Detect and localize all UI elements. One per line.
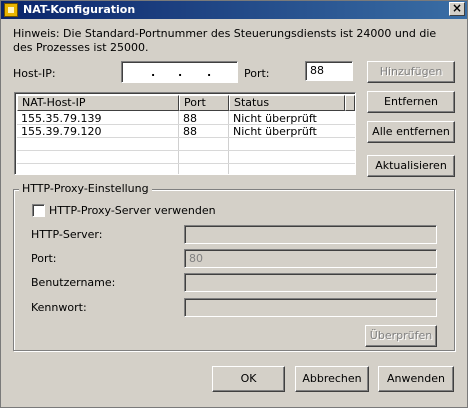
refresh-button[interactable]: Aktualisieren xyxy=(367,155,455,177)
cell-ip: 155.39.79.120 xyxy=(21,125,102,138)
nat-config-dialog: NAT-Konfiguration × Hinweis: Die Standar… xyxy=(0,0,468,408)
add-button[interactable]: Hinzufügen xyxy=(367,61,455,83)
http-server-label: HTTP-Server: xyxy=(31,228,103,241)
verify-button[interactable]: Überprüfen xyxy=(365,325,437,347)
proxy-group-title: HTTP-Proxy-Einstellung xyxy=(19,182,152,195)
close-button[interactable]: × xyxy=(449,2,465,16)
column-header-status[interactable]: Status xyxy=(229,95,345,111)
cell-ip: 155.35.79.139 xyxy=(21,112,102,125)
hint-text: Hinweis: Die Standard-Portnummer des Ste… xyxy=(13,27,437,54)
ip-dot: . xyxy=(207,66,212,79)
proxy-port-label: Port: xyxy=(31,252,57,265)
cell-port: 88 xyxy=(183,112,197,125)
cancel-button[interactable]: Abbrechen xyxy=(295,366,369,392)
remove-button[interactable]: Entfernen xyxy=(367,91,455,113)
use-proxy-label[interactable]: HTTP-Proxy-Server verwenden xyxy=(49,204,216,217)
ip-dot: . xyxy=(178,66,183,79)
cell-status: Nicht überprüft xyxy=(233,125,317,138)
apply-button[interactable]: Anwenden xyxy=(378,366,454,392)
host-ip-label: Host-IP: xyxy=(13,67,56,80)
password-input[interactable] xyxy=(184,298,437,317)
remove-all-button[interactable]: Alle entfernen xyxy=(367,121,455,143)
ok-button[interactable]: OK xyxy=(212,366,285,392)
http-server-input[interactable] xyxy=(184,225,437,244)
cell-port: 88 xyxy=(183,125,197,138)
window-title: NAT-Konfiguration xyxy=(23,3,136,16)
port-label: Port: xyxy=(244,67,270,80)
nat-host-list[interactable]: NAT-Host-IP Port Status 155.35.79.139 88… xyxy=(14,92,356,175)
use-proxy-checkbox[interactable] xyxy=(32,204,45,217)
column-header-filler xyxy=(345,95,355,111)
column-header-port[interactable]: Port xyxy=(179,95,229,111)
proxy-port-input[interactable]: 80 xyxy=(184,249,437,268)
cell-status: Nicht überprüft xyxy=(233,112,317,125)
row-divider xyxy=(17,150,355,151)
port-input[interactable]: 88 xyxy=(305,61,353,81)
username-input[interactable] xyxy=(184,273,437,292)
column-header-ip[interactable]: NAT-Host-IP xyxy=(17,95,179,111)
title-bar[interactable]: NAT-Konfiguration × xyxy=(1,1,467,19)
table-row[interactable]: 155.35.79.139 88 Nicht überprüft xyxy=(17,112,355,125)
username-label: Benutzername: xyxy=(31,276,116,289)
table-row[interactable]: 155.39.79.120 88 Nicht überprüft xyxy=(17,125,355,138)
app-icon xyxy=(4,3,18,17)
password-label: Kennwort: xyxy=(31,301,87,314)
ip-dot: . xyxy=(151,66,156,79)
host-ip-input[interactable]: . . . xyxy=(121,61,238,83)
row-divider xyxy=(17,163,355,164)
